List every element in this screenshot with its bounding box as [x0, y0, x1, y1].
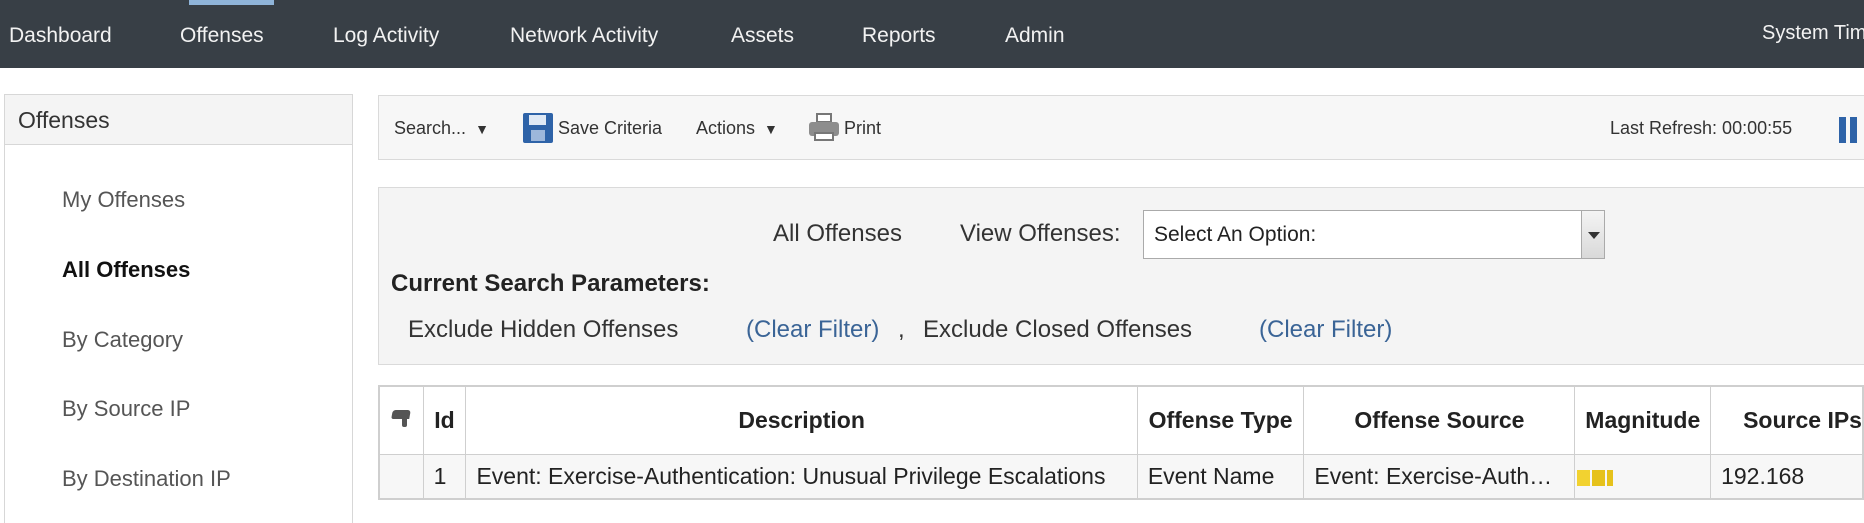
top-nav: Dashboard Offenses Log Activity Network … — [0, 0, 1864, 68]
offenses-table: Id Description Offense Type Offense Sour… — [378, 385, 1864, 500]
cell-offense-source[interactable]: Event: Exercise-Auth… — [1303, 453, 1576, 500]
chevron-down-icon[interactable] — [1581, 211, 1604, 258]
cell-id[interactable]: 1 — [422, 453, 467, 500]
current-search-parameters-label: Current Search Parameters: — [391, 270, 710, 297]
system-time: System Time — [1762, 22, 1864, 44]
magnitude-bar — [1577, 469, 1623, 486]
cell-flag[interactable] — [378, 453, 424, 500]
search-menu-button[interactable]: Search... ▼ — [394, 118, 489, 139]
cell-description[interactable]: Event: Exercise-Authentication: Unusual … — [465, 453, 1138, 500]
view-offenses-label: View Offenses: — [960, 220, 1121, 247]
actions-menu-button[interactable]: Actions ▼ — [696, 118, 778, 139]
nav-log-activity[interactable]: Log Activity — [333, 24, 439, 48]
save-criteria-button[interactable]: Save Criteria — [558, 118, 662, 139]
toolbar: Search... ▼ Save Criteria Actions ▼ Prin… — [378, 95, 1864, 160]
nav-assets[interactable]: Assets — [731, 24, 794, 48]
cell-magnitude[interactable] — [1574, 453, 1712, 500]
offenses-sidebar: Offenses My Offenses All Offenses By Cat… — [4, 94, 353, 523]
sidebar-item-by-category[interactable]: By Category — [62, 327, 183, 353]
column-header-offense-source[interactable]: Offense Source — [1303, 385, 1576, 455]
pause-icon[interactable] — [1839, 117, 1861, 143]
column-header-id[interactable]: Id — [422, 385, 467, 455]
cell-offense-type[interactable]: Event Name — [1136, 453, 1305, 500]
save-icon[interactable] — [523, 113, 553, 143]
view-offenses-select[interactable]: Select An Option: — [1143, 210, 1605, 259]
nav-offenses[interactable]: Offenses — [180, 24, 264, 48]
sidebar-item-my-offenses[interactable]: My Offenses — [62, 187, 185, 213]
print-button[interactable]: Print — [844, 118, 881, 139]
sidebar-item-by-destination-ip[interactable]: By Destination IP — [62, 466, 231, 492]
chevron-down-icon: ▼ — [475, 121, 489, 137]
sidebar-item-all-offenses[interactable]: All Offenses — [62, 257, 190, 283]
filter-exclude-hidden: Exclude Hidden Offenses — [408, 316, 679, 343]
nav-network-activity[interactable]: Network Activity — [510, 24, 658, 48]
sidebar-item-by-source-ip[interactable]: By Source IP — [62, 396, 190, 422]
clear-filter-closed-link[interactable]: (Clear Filter) — [1259, 316, 1392, 344]
search-menu-label: Search... — [394, 118, 467, 138]
cell-source-ip[interactable]: 192.168 — [1710, 453, 1864, 500]
search-parameters-panel: All Offenses View Offenses: Select An Op… — [378, 187, 1864, 365]
column-header-flag[interactable] — [378, 385, 424, 455]
nav-dashboard[interactable]: Dashboard — [9, 24, 112, 48]
table-row[interactable]: 1 Event: Exercise-Authentication: Unusua… — [378, 453, 1864, 500]
printer-icon[interactable] — [809, 113, 839, 141]
column-header-description[interactable]: Description — [465, 385, 1138, 455]
column-header-magnitude[interactable]: Magnitude — [1574, 385, 1712, 455]
column-header-offense-type[interactable]: Offense Type — [1136, 385, 1305, 455]
sidebar-title: Offenses — [5, 95, 352, 145]
nav-reports[interactable]: Reports — [862, 24, 936, 48]
column-header-source-ips[interactable]: Source IPs — [1710, 385, 1864, 455]
view-offenses-select-value: Select An Option: — [1154, 223, 1317, 246]
clear-filter-hidden-link[interactable]: (Clear Filter) — [746, 316, 879, 344]
table-header-row: Id Description Offense Type Offense Sour… — [378, 385, 1864, 455]
filter-exclude-closed: Exclude Closed Offenses — [923, 316, 1193, 343]
nav-admin[interactable]: Admin — [1005, 24, 1065, 48]
flag-icon — [390, 408, 412, 428]
filter-separator: , — [898, 316, 905, 343]
last-refresh-status: Last Refresh: 00:00:55 — [1610, 118, 1793, 138]
actions-menu-label: Actions — [696, 118, 756, 138]
active-tab-indicator — [189, 0, 274, 5]
chevron-down-icon: ▼ — [764, 121, 778, 137]
page-title: All Offenses — [773, 220, 902, 247]
